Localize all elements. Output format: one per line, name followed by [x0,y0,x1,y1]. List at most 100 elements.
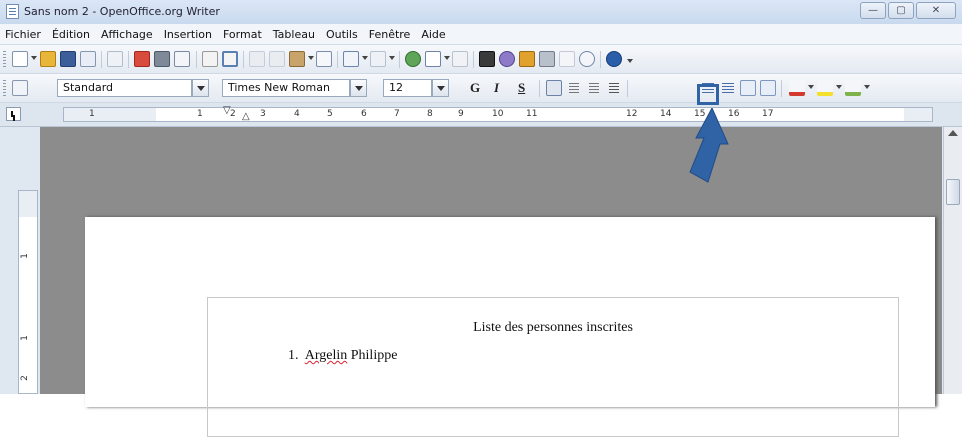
background-color-dropdown-icon[interactable] [864,85,870,89]
vruler-number: 1 [19,253,30,259]
document-heading[interactable]: Liste des personnes inscrites [208,320,898,336]
center-icon[interactable] [566,80,582,96]
data-sources-icon[interactable] [539,51,555,67]
separator [600,51,601,68]
export-pdf-icon[interactable] [134,51,150,67]
edit-file-icon[interactable] [107,51,123,67]
toolbar-grip[interactable] [3,51,6,68]
font-color-icon[interactable] [789,80,805,96]
italic-button[interactable]: I [494,80,499,96]
font-name-dropdown-button[interactable] [350,79,367,97]
undo-icon[interactable] [343,51,359,67]
draw-functions-icon[interactable] [452,51,468,67]
ruler-number: 5 [327,109,333,119]
toolbar-overflow-icon[interactable] [627,59,633,63]
styles-icon[interactable] [12,80,28,96]
decrease-indent-icon[interactable] [740,80,756,96]
underline-button[interactable]: S [518,80,525,96]
top-margin-area [19,191,37,217]
autospellcheck-icon[interactable] [222,51,238,67]
paragraph-style-combo[interactable]: Standard [57,79,192,97]
undo-dropdown-icon[interactable] [362,56,368,60]
list-item-firstname[interactable]: Philippe [351,348,398,363]
close-button[interactable]: ✕ [916,2,956,19]
navigator-icon[interactable] [499,51,515,67]
increase-indent-icon[interactable] [760,80,776,96]
highlight-icon[interactable] [817,80,833,96]
copy-icon[interactable] [269,51,285,67]
help-icon[interactable] [606,51,622,67]
tab-type-selector[interactable] [6,107,21,121]
redo-icon[interactable] [370,51,386,67]
text-boundary[interactable]: Liste des personnes inscrites 1. Argelin… [207,297,899,437]
save-icon[interactable] [60,51,76,67]
ruler-number: 3 [260,109,266,119]
left-margin-area [64,108,156,121]
list-item-lastname[interactable]: Argelin [305,348,348,363]
font-name-combo[interactable]: Times New Roman [222,79,350,97]
paragraph-style-dropdown-button[interactable] [192,79,209,97]
hyperlink-icon[interactable] [405,51,421,67]
toolbar-grip[interactable] [3,80,6,97]
format-paintbrush-icon[interactable] [316,51,332,67]
ruler-strip: 1 1 2 ▽ △ 3 4 5 6 7 8 9 10 11 12 14 15 1… [63,105,933,122]
menu-aide[interactable]: Aide [421,28,445,41]
highlight-dropdown-icon[interactable] [836,85,842,89]
left-indent-marker[interactable]: △ [242,111,250,122]
menu-outils[interactable]: Outils [326,28,358,41]
bold-button[interactable]: G [470,80,480,96]
ruler-number: 1 [197,109,203,119]
paste-icon[interactable] [289,51,305,67]
new-dropdown-icon[interactable] [31,56,37,60]
redo-dropdown-icon[interactable] [389,56,395,60]
horizontal-ruler[interactable]: 1 1 2 ▽ △ 3 4 5 6 7 8 9 10 11 12 14 15 1… [0,103,962,127]
scroll-up-icon[interactable] [948,130,958,136]
vertical-ruler[interactable]: 1 1 2 [18,190,38,394]
table-dropdown-icon[interactable] [444,56,450,60]
formatting-toolbar: Standard Times New Roman 12 G I S [0,74,962,103]
font-size-dropdown-button[interactable] [432,79,449,97]
menu-format[interactable]: Format [223,28,262,41]
paste-dropdown-icon[interactable] [308,56,314,60]
minimize-button[interactable]: — [860,2,886,19]
numbering-highlight-box [697,84,719,105]
ruler-number: 12 [626,109,638,119]
zoom-icon[interactable] [579,51,595,67]
menu-affichage[interactable]: Affichage [101,28,153,41]
maximize-button[interactable]: ▢ [888,2,914,19]
vertical-scrollbar[interactable] [943,127,962,394]
first-line-indent-marker[interactable]: ▽ [223,105,231,116]
writer-window: Sans nom 2 - OpenOffice.org Writer — ▢ ✕… [0,0,962,437]
list-item[interactable]: 1. Argelin Philippe [288,348,397,364]
align-left-icon[interactable] [546,80,562,96]
mail-icon[interactable] [80,51,96,67]
menu-tableau[interactable]: Tableau [273,28,315,41]
scrollbar-thumb[interactable] [946,179,960,205]
menu-insertion[interactable]: Insertion [164,28,212,41]
ruler-number: 11 [526,109,538,119]
background-color-icon[interactable] [845,80,861,96]
menu-edition[interactable]: Édition [52,28,90,41]
menu-fichier[interactable]: Fichier [5,28,41,41]
font-color-dropdown-icon[interactable] [808,85,814,89]
bullets-icon[interactable] [720,80,736,96]
separator [781,80,782,97]
font-size-combo[interactable]: 12 [383,79,432,97]
nonprinting-chars-icon[interactable] [559,51,575,67]
gallery-icon[interactable] [519,51,535,67]
align-right-icon[interactable] [586,80,602,96]
cut-icon[interactable] [249,51,265,67]
document-page[interactable]: Liste des personnes inscrites 1. Argelin… [85,217,935,437]
print-icon[interactable] [154,51,170,67]
separator [473,51,474,68]
print-preview-icon[interactable] [174,51,190,67]
new-icon[interactable] [12,51,28,67]
justify-icon[interactable] [606,80,622,96]
table-icon[interactable] [425,51,441,67]
open-icon[interactable] [40,51,56,67]
find-replace-icon[interactable] [479,51,495,67]
spellcheck-icon[interactable] [202,51,218,67]
document-workspace: Liste des personnes inscrites 1. Argelin… [40,127,942,437]
separator [101,51,102,68]
menu-fenetre[interactable]: Fenêtre [369,28,411,41]
